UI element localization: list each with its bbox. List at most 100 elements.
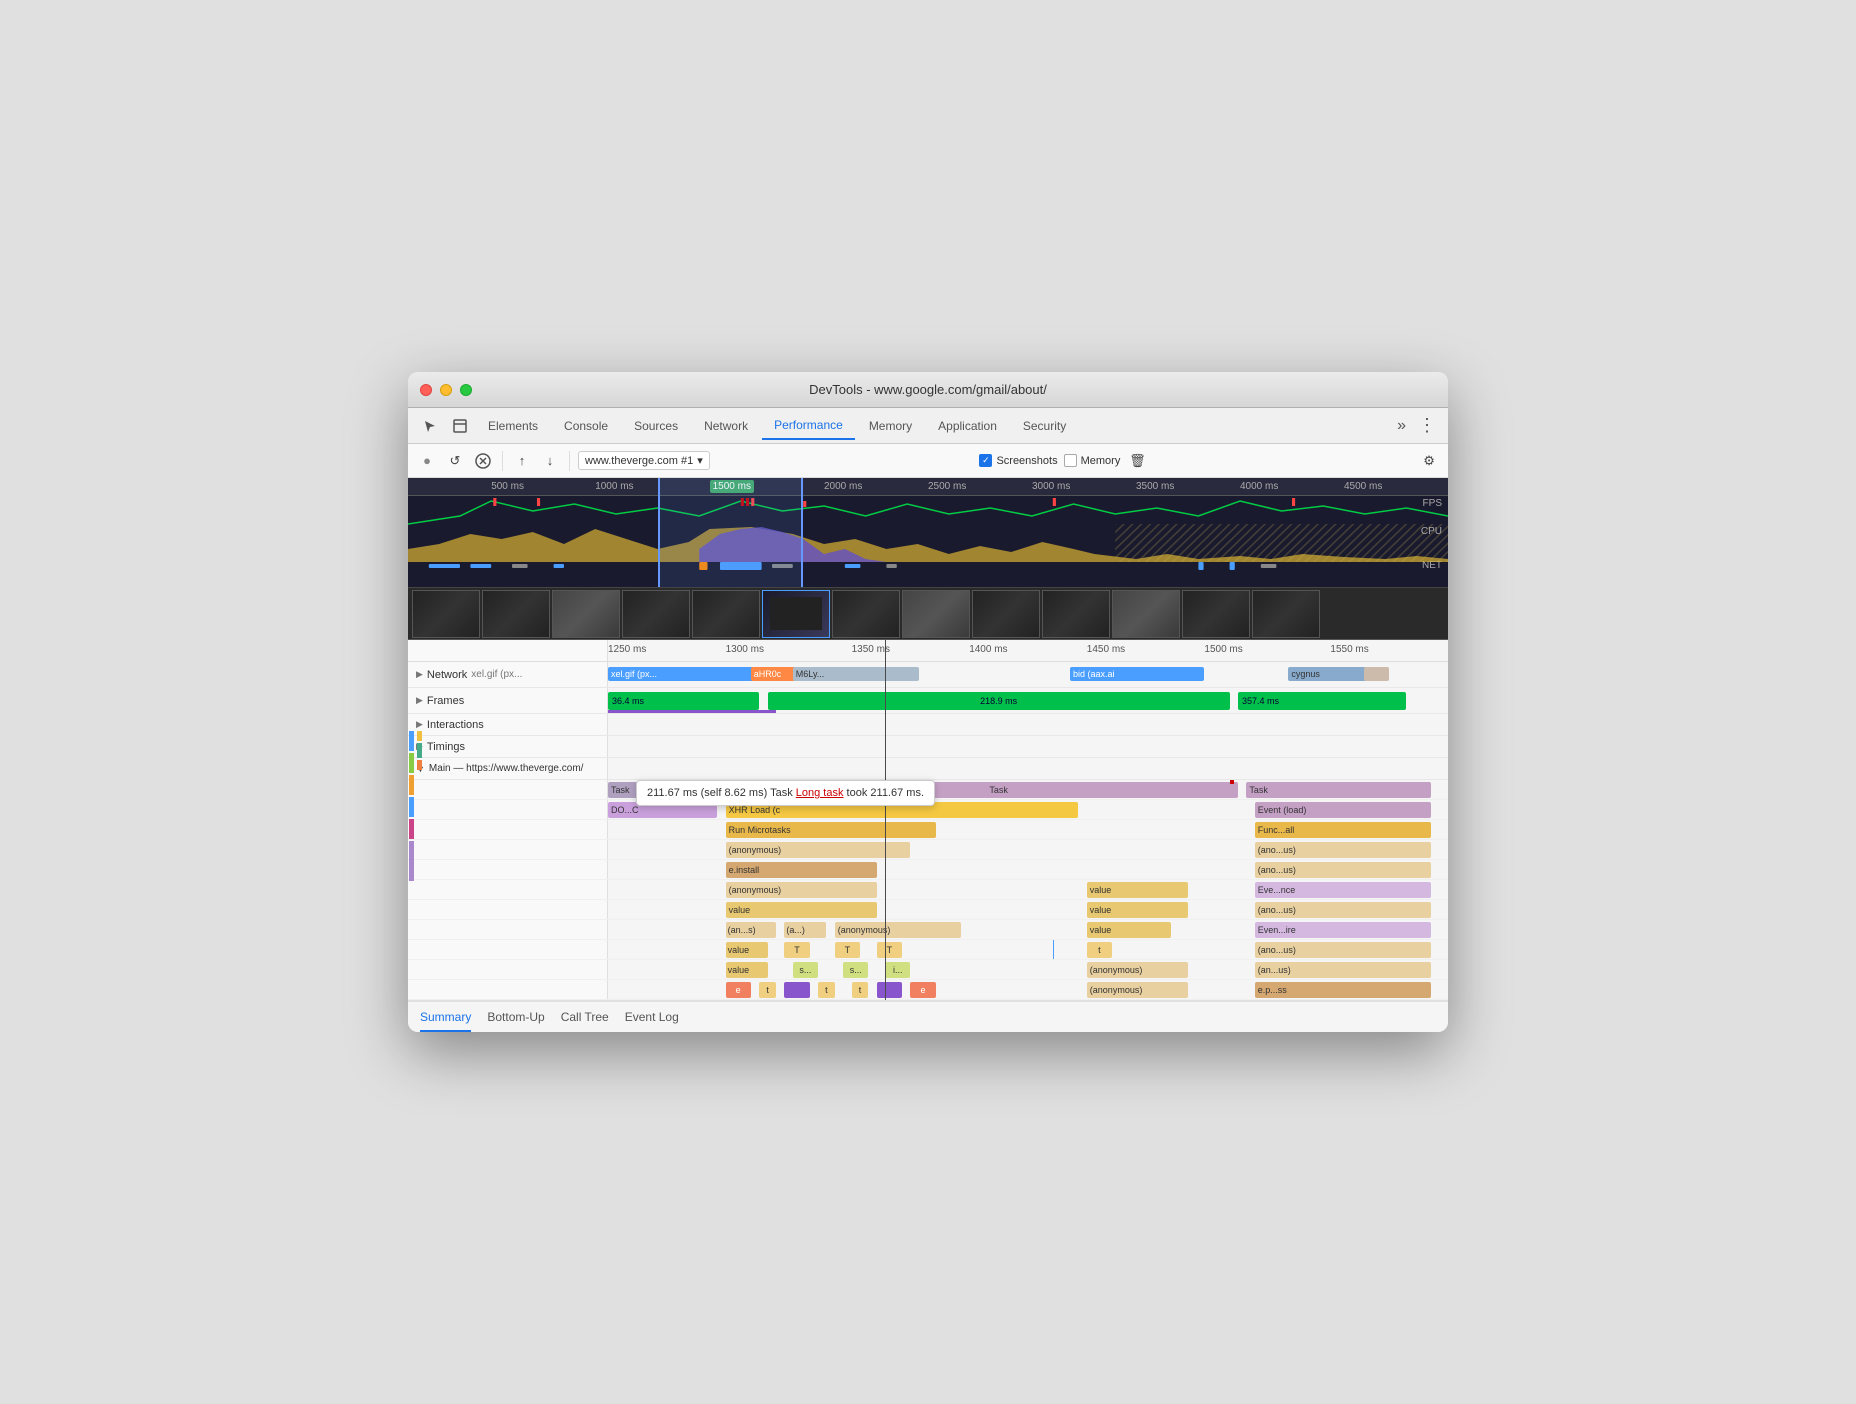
filmstrip-frame[interactable] [1042,590,1110,638]
value-bar-4[interactable]: value [1087,922,1171,938]
t-bar-5[interactable]: t [759,982,776,998]
screenshots-checkbox[interactable]: ✓ Screenshots [979,454,1057,467]
i-bar[interactable]: i... [885,962,910,978]
frames-expand-icon[interactable]: ▶ [416,695,423,706]
purple-bar-1[interactable] [784,982,809,998]
frame-bar-2[interactable]: 218.9 ms [768,692,1230,710]
tab-elements[interactable]: Elements [476,413,550,439]
main-track-content[interactable] [608,758,1448,779]
ans-bar[interactable]: (an...s) [726,922,776,938]
e-bar-1[interactable]: e [726,982,751,998]
funcall-bar[interactable]: Func...all [1255,822,1431,838]
tab-call-tree[interactable]: Call Tree [561,1004,609,1032]
tab-network[interactable]: Network [692,413,760,439]
purple-bar-2[interactable] [877,982,902,998]
microtasks-bar[interactable]: Run Microtasks [726,822,936,838]
tab-bottom-up[interactable]: Bottom-Up [487,1004,544,1032]
tab-console[interactable]: Console [552,413,620,439]
network-bar-m6ly[interactable]: M6Ly... [793,667,919,681]
value-bar-3[interactable]: value [1087,902,1188,918]
network-bar-cygnus[interactable]: cygnus [1288,667,1372,681]
timeline-selection[interactable] [658,478,804,587]
filmstrip-frame[interactable] [1182,590,1250,638]
einstall-bar[interactable]: e.install [726,862,877,878]
t-bar-2[interactable]: T [835,942,860,958]
more-tabs-button[interactable]: » [1391,417,1412,435]
network-bar-bid[interactable]: bid (aax.ai [1070,667,1204,681]
anon-bar-3[interactable]: (ano...us) [1255,862,1431,878]
url-selector[interactable]: www.theverge.com #1 ▾ [578,451,710,470]
anon-bar-2[interactable]: (ano...us) [1255,842,1431,858]
anon-bar-1[interactable]: (anonymous) [726,842,911,858]
main-track-label[interactable]: ▼ Main — https://www.theverge.com/ [408,758,608,779]
settings-button[interactable]: ⚙ [1418,450,1440,472]
record-button[interactable]: ● [416,450,438,472]
t-bar-3[interactable]: T [877,942,902,958]
timings-content[interactable] [608,736,1448,757]
filmstrip-frame[interactable] [902,590,970,638]
filmstrip-frame[interactable] [1112,590,1180,638]
task-bar-3[interactable]: Task [1246,782,1431,798]
filmstrip-frame[interactable] [1252,590,1320,638]
memory-checkbox[interactable]: Memory [1064,454,1121,467]
network-bar-xel[interactable]: xel.gif (px... [608,667,759,681]
reload-button[interactable]: ↺ [444,450,466,472]
s-bar-2[interactable]: s... [843,962,868,978]
tab-memory[interactable]: Memory [857,413,924,439]
close-button[interactable] [420,384,432,396]
tab-summary[interactable]: Summary [420,1004,471,1032]
tooltip-long-task-link[interactable]: Long task [796,787,844,799]
filmstrip-frame[interactable] [692,590,760,638]
value-bar-2[interactable]: value [726,902,877,918]
fullscreen-button[interactable] [460,384,472,396]
expand-icon[interactable]: ▶ [416,669,423,680]
filmstrip-frame-active[interactable] [762,590,830,638]
trash-button[interactable]: 🗑 [1126,450,1148,472]
frame-bar-3[interactable]: 357.4 ms [1238,692,1406,710]
network-bar-extra[interactable] [1364,667,1389,681]
interactions-content[interactable] [608,714,1448,735]
interactions-expand-icon[interactable]: ▶ [416,719,423,730]
event-load-bar[interactable]: Event (load) [1255,802,1431,818]
filmstrip-frame[interactable] [482,590,550,638]
filmstrip-frame[interactable] [832,590,900,638]
t-bar-7[interactable]: t [852,982,869,998]
frame-bar-1[interactable]: 36.4 ms [608,692,759,710]
frames-track-content[interactable]: 36.4 ms 218.9 ms 357.4 ms [608,688,1448,713]
clear-button[interactable] [472,450,494,472]
anon-bar-8[interactable]: (anonymous) [1087,962,1188,978]
t-bar-4[interactable]: t [1087,942,1112,958]
filmstrip-frame[interactable] [972,590,1040,638]
anon-bar-7[interactable]: (ano...us) [1255,942,1431,958]
anon-bar-4[interactable]: (anonymous) [726,882,877,898]
interactions-track-label[interactable]: ▶ Interactions [408,714,608,735]
export-button[interactable]: ↓ [539,450,561,472]
epss-bar[interactable]: e.p...ss [1255,982,1431,998]
anon-bar-6[interactable]: (anonymous) [835,922,961,938]
network-track-content[interactable]: xel.gif (px... aHR0c M6Ly... bid (aax.ai… [608,662,1448,687]
e-bar-2[interactable]: e [910,982,935,998]
anon-bar-9[interactable]: (anonymous) [1087,982,1188,998]
timeline-overview[interactable]: 500 ms 1000 ms 1500 ms 2000 ms 2500 ms 3… [408,478,1448,588]
t-bar-6[interactable]: t [818,982,835,998]
frames-track-label[interactable]: ▶ Frames [408,688,608,713]
import-button[interactable]: ↑ [511,450,533,472]
filmstrip-frame[interactable] [412,590,480,638]
s-bar-1[interactable]: s... [793,962,818,978]
tab-application[interactable]: Application [926,413,1009,439]
tab-sources[interactable]: Sources [622,413,690,439]
filmstrip-frame[interactable] [622,590,690,638]
tab-performance[interactable]: Performance [762,412,855,440]
filmstrip-frame[interactable] [552,590,620,638]
tab-event-log[interactable]: Event Log [625,1004,679,1032]
value-bar-5[interactable]: value [726,942,768,958]
cursor-icon[interactable] [416,412,444,440]
t-bar-1[interactable]: T [784,942,809,958]
evenire-bar[interactable]: Even...ire [1255,922,1431,938]
tab-security[interactable]: Security [1011,413,1078,439]
value-bar-6[interactable]: value [726,962,768,978]
timings-track-label[interactable]: ▶ Timings [408,736,608,757]
anon-bar-5[interactable]: (ano...us) [1255,902,1431,918]
value-bar-1[interactable]: value [1087,882,1188,898]
minimize-button[interactable] [440,384,452,396]
